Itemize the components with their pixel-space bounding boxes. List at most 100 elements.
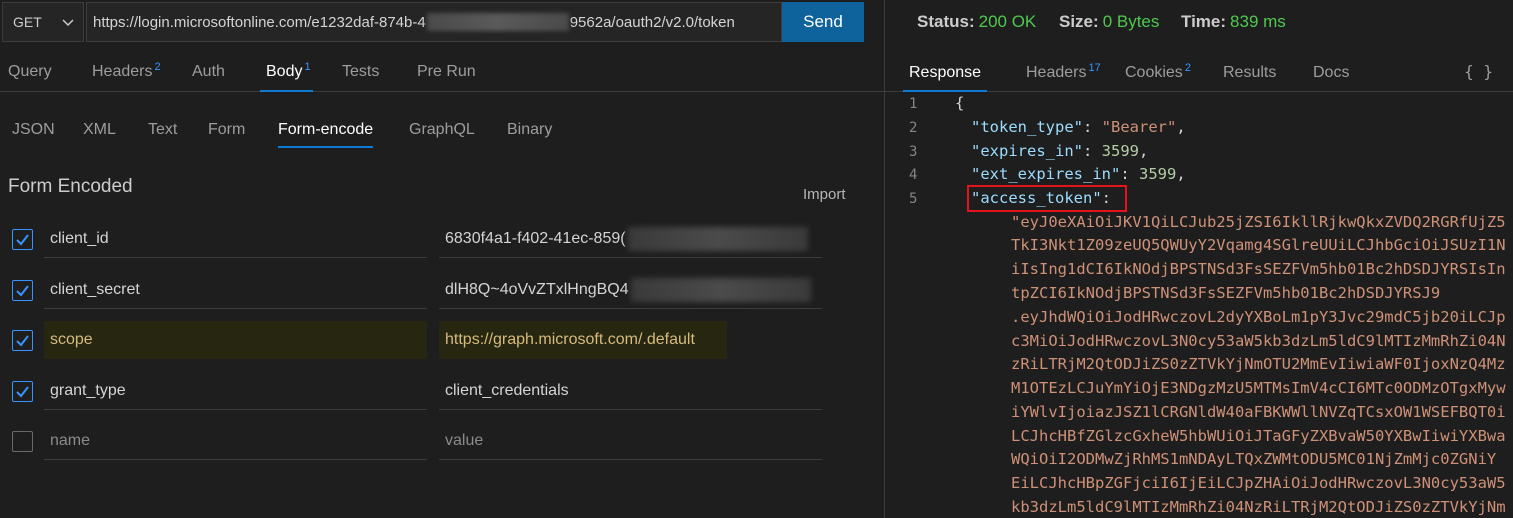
tab-response-headers-badge: 17 [1088,62,1101,74]
form-key-input[interactable]: grant_type [44,372,427,410]
row-checkbox[interactable] [12,381,33,402]
response-panel: Status: 200 OK Size: 0 Bytes Time: 839 ms R… [885,0,1513,518]
token-line: WQiOiI2ODMwZjRhMS1mNDAyLTQxZWMtODU5MC01N… [1011,450,1497,468]
tab-xml[interactable]: XML [83,112,116,148]
form-value-input[interactable]: dlH8Q~4oVvZTxlHngBQ4 [439,271,822,309]
line-number: 2 [909,120,918,136]
tab-pre-run[interactable]: Pre Run [417,52,476,92]
row-checkbox[interactable] [12,330,33,351]
form-value-input[interactable]: https://graph.microsoft.com/.default [439,321,727,359]
time-readout: Time: 839 ms [1181,12,1286,32]
json-line: "expires_in": 3599, [971,142,1149,160]
line-number: 3 [909,144,918,160]
send-button[interactable]: Send [782,2,864,42]
tab-results[interactable]: Results [1223,54,1276,92]
tab-pre-run-label: Pre Run [417,63,476,80]
form-row: client_id 6830f4a1-f402-41ec-859( [0,216,884,266]
tab-response-headers-label: Headers [1026,64,1087,81]
url-prefix: https://login.microsoftonline.com/e1232d… [93,13,426,31]
request-panel: GET https://login.microsoftonline.com/e1… [0,0,884,518]
form-value-input[interactable]: value [439,422,822,460]
highlight-annotation-box [967,185,1127,212]
token-line: iIsIng1dCI6IkNOdjBPSTNSd3FsSEZFVm5hb01Bc… [1011,260,1506,278]
form-value-input[interactable]: 6830f4a1-f402-41ec-859( [439,220,822,258]
tab-query-label: Query [8,63,52,80]
tab-tests[interactable]: Tests [342,52,379,92]
checkmark-icon [16,386,29,398]
tab-docs[interactable]: Docs [1313,54,1349,92]
redacted-url-segment [426,13,569,31]
tab-auth-label: Auth [192,63,225,80]
row-checkbox[interactable] [12,280,33,301]
tab-tests-label: Tests [342,63,380,80]
token-line: kb3dzLm5ldC9lMTIzMmRhZi04NzRiLTRjM2QtODJ… [1011,498,1506,516]
json-number-value: 3599 [1138,165,1177,183]
json-open-brace: { [955,94,965,112]
url-suffix: 9562a/oauth2/v2.0/token [569,13,735,31]
form-key-input[interactable]: name [44,422,427,460]
tab-binary[interactable]: Binary [507,112,552,148]
tab-auth[interactable]: Auth [192,52,225,92]
tab-body-badge: 1 [304,61,311,73]
format-braces-icon[interactable]: { } [1464,62,1493,81]
request-tabs: Query Headers 2 Auth Body 1 Tests Pre Run [0,52,884,92]
line-number: 5 [909,191,918,207]
token-line: c3MiOiJodHRwczovL3N0cy53aW5kb3dzLm5ldC9l… [1011,332,1506,350]
row-checkbox[interactable] [12,431,33,452]
tab-query[interactable]: Query [8,52,52,92]
tab-form-encode[interactable]: Form-encode [278,112,374,148]
tab-headers-badge: 2 [154,61,161,73]
redacted-value [630,277,811,302]
import-button[interactable]: Import [803,186,846,203]
json-key: "ext_expires_in" [971,165,1121,183]
row-checkbox[interactable] [12,229,33,250]
tab-headers[interactable]: Headers 2 [92,52,161,92]
token-line: .eyJhdWQiOiJodHRwczovL2dyYXBoLm1pY3Jvc29… [1011,308,1506,326]
json-key: "expires_in" [971,142,1083,160]
form-value-text: dlH8Q~4oVvZTxlHngBQ4 [445,280,629,298]
tab-response-label: Response [909,64,982,81]
form-row: client_secret dlH8Q~4oVvZTxlHngBQ4 [0,267,884,317]
json-line: "token_type": "Bearer", [971,118,1186,136]
token-line: tpZCI6IkNOdjBPSTNSd3FsSEZFVm5hb01Bc2hDSD… [1011,284,1441,302]
chevron-down-icon [62,19,74,27]
url-bar: GET https://login.microsoftonline.com/e1… [2,2,864,42]
json-line: "ext_expires_in": 3599, [971,165,1186,183]
form-section-title: Form Encoded [8,176,133,197]
form-value-input[interactable]: client_credentials [439,372,822,410]
tab-json[interactable]: JSON [12,112,55,148]
form-key-input[interactable]: client_secret [44,271,427,309]
token-line: TkI3Nkt1Z09zeUQ5QWUyY2Vqamg4SGlreUUiLCJh… [1011,236,1506,254]
json-key: "token_type" [971,118,1083,136]
json-string-value: "Bearer" [1101,118,1177,136]
url-input[interactable]: https://login.microsoftonline.com/e1232d… [86,2,782,42]
tab-cookies[interactable]: Cookies 2 [1125,54,1191,92]
json-number-value: 3599 [1101,142,1139,160]
line-number: 4 [909,167,918,183]
tab-docs-label: Docs [1313,64,1350,81]
method-select[interactable]: GET [2,2,84,42]
form-key-input[interactable]: client_id [44,220,427,258]
size-value: 0 Bytes [1102,12,1160,31]
line-number: 1 [909,96,918,112]
checkmark-icon [16,234,29,246]
tab-graphql[interactable]: GraphQL [409,112,475,148]
body-type-tabs: JSON XML Text Form Form-encode GraphQL B… [0,112,884,148]
token-line: LCJhcHBfZGlzcGxheW5hbWUiOiJTaGFyZXBvaW50… [1011,427,1506,445]
tab-cookies-label: Cookies [1125,64,1183,81]
time-value: 839 ms [1230,12,1286,31]
tab-response-headers[interactable]: Headers 17 [1026,54,1101,92]
status-label: Status: [917,12,975,31]
token-line: EiLCJhcHBpZGFjciI6IjEiLCJpZHAiOiJodHRwcz… [1011,474,1506,492]
checkmark-icon [16,335,29,347]
tab-response[interactable]: Response [903,54,988,92]
response-tabs: Response Headers 17 Cookies 2 Results Docs [885,54,1513,92]
token-line: M1OTEzLCJuYmYiOjE3NDgzMzU5MTMsImV4cCI6MT… [1011,379,1506,397]
tab-text[interactable]: Text [148,112,177,148]
tab-body[interactable]: Body 1 [260,52,313,92]
form-key-input[interactable]: scope [44,321,427,359]
token-line: "eyJ0eXAiOiJKV1QiLCJub25jZSI6IkllRjkwQkx… [1011,213,1506,231]
tab-form[interactable]: Form [208,112,245,148]
size-label: Size: [1059,12,1099,31]
form-row: name value [0,418,884,468]
